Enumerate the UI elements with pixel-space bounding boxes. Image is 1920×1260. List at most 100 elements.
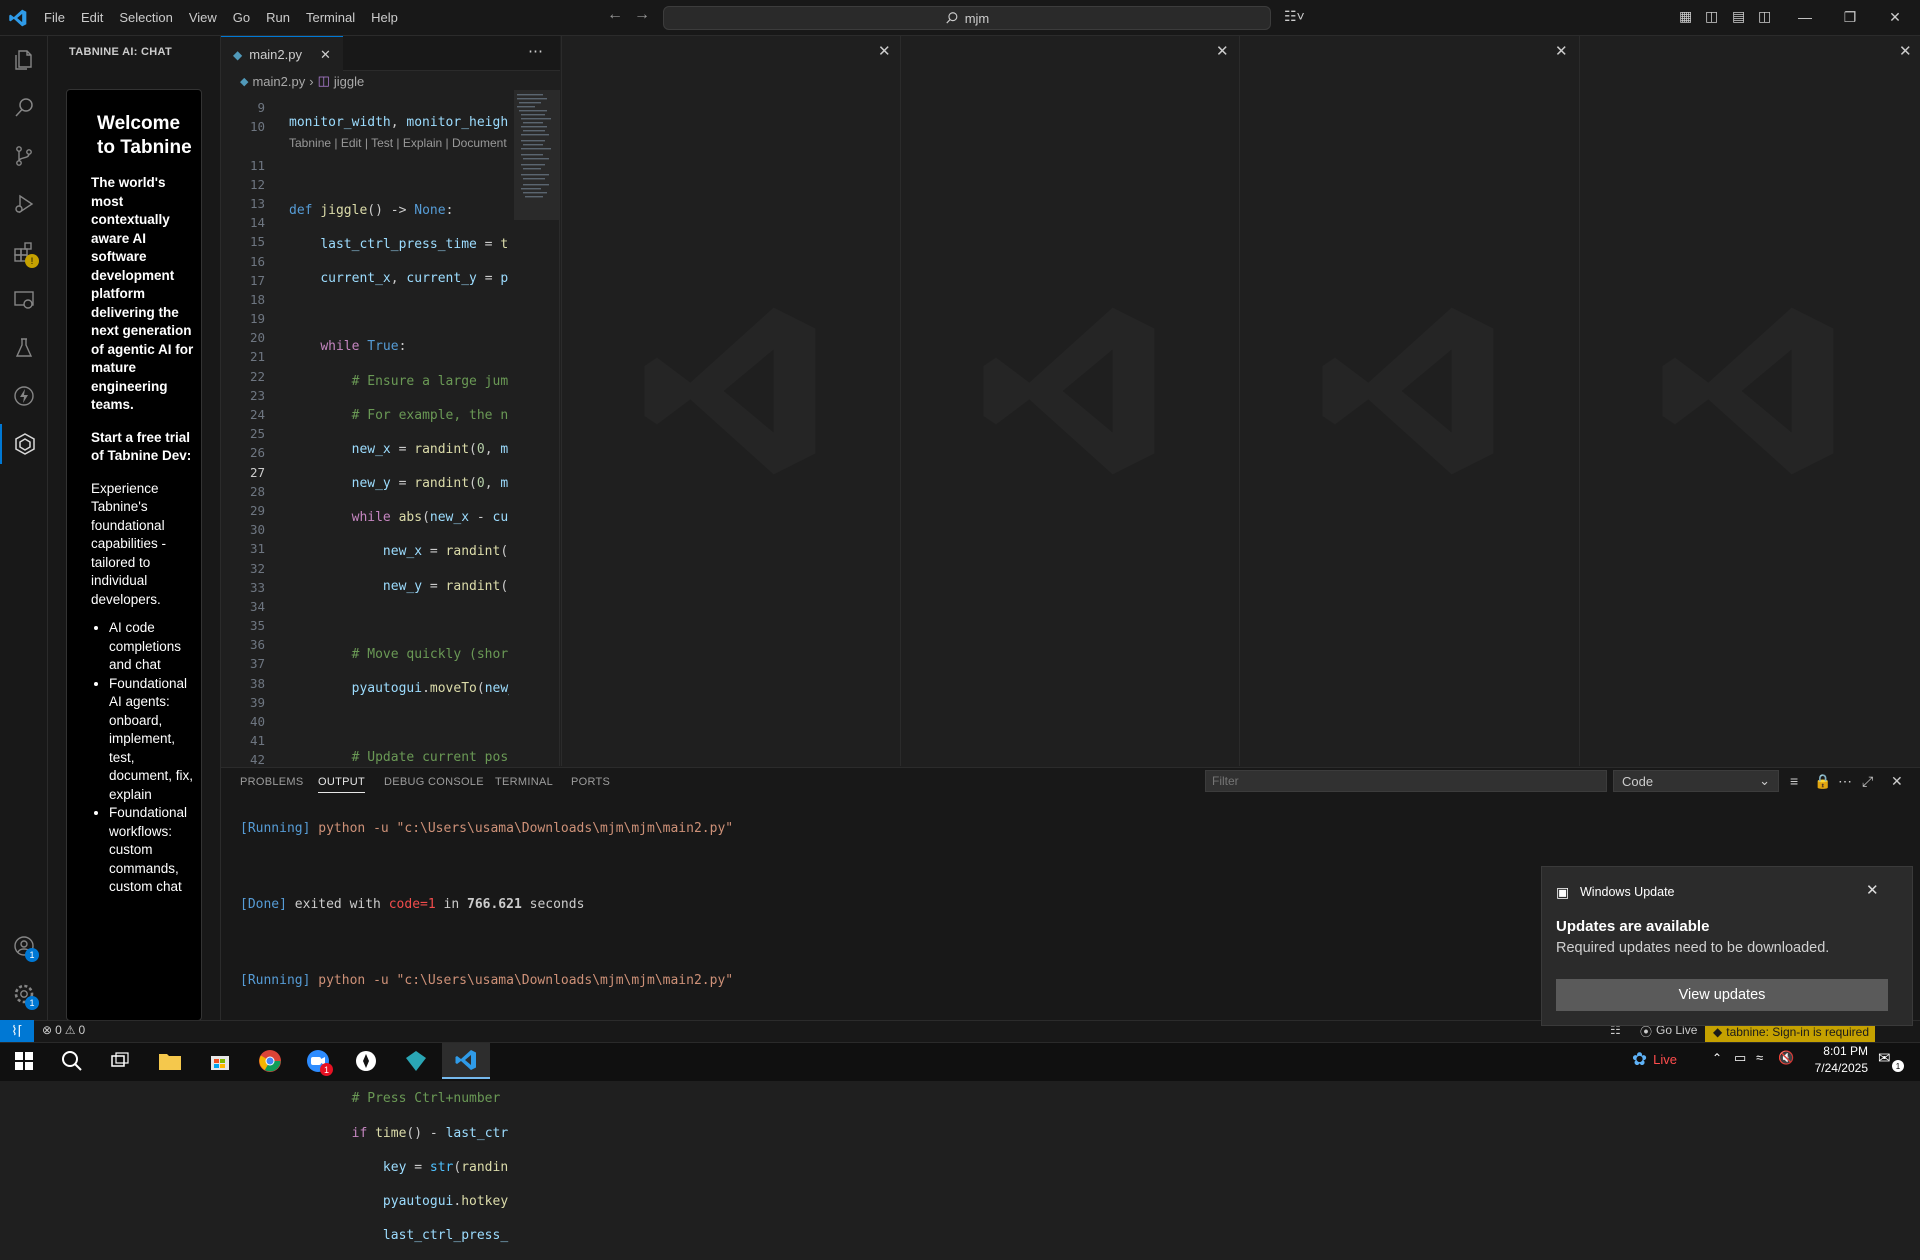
tabnine-welcome-panel: Welcome to Tabnine The world's most cont… (66, 89, 202, 1021)
restore-button[interactable]: ❐ (1828, 4, 1872, 30)
notification-center-button[interactable]: ✉ 1 (1878, 1049, 1906, 1073)
copilot-icon[interactable]: ☷˅ (1284, 8, 1305, 25)
vscode-watermark-icon (1662, 307, 1834, 475)
lightning-icon[interactable] (0, 376, 47, 416)
output-text: seconds (521, 897, 585, 912)
remote-indicator-icon[interactable]: ⌇⌈ (0, 1020, 34, 1042)
output-tag: [Running] (240, 973, 311, 988)
clock-date: 7/24/2025 (1814, 1061, 1868, 1075)
toggle-secondary-sidebar-icon[interactable]: ◫ (1758, 8, 1771, 25)
accounts-icon[interactable]: 1 (0, 926, 47, 966)
menu-run[interactable]: Run (258, 0, 298, 35)
line-number: 15 (249, 234, 265, 250)
command-center-search[interactable]: mjm (663, 6, 1271, 30)
wifi-icon[interactable]: ≈ (1756, 1050, 1763, 1065)
source-control-icon[interactable] (0, 136, 47, 176)
back-arrow-icon[interactable]: ← (607, 6, 623, 24)
taskbar-search-button[interactable] (48, 1043, 96, 1079)
menu-terminal[interactable]: Terminal (298, 0, 363, 35)
editor-scrollbar[interactable] (559, 90, 560, 766)
output-seconds: 766.621 (467, 897, 522, 912)
more-actions-icon[interactable]: ⋯ (1838, 773, 1852, 790)
tab-terminal[interactable]: TERMINAL (495, 776, 553, 788)
lock-icon[interactable]: 🔒 (1814, 773, 1831, 790)
clear-output-icon[interactable]: ≡ (1790, 773, 1798, 789)
close-panel-icon[interactable]: ✕ (1891, 773, 1903, 790)
line-number: 11 (249, 157, 265, 173)
close-icon[interactable]: ✕ (320, 47, 331, 63)
settings-gear-icon[interactable]: 1 (0, 974, 47, 1014)
tab-main2-py[interactable]: ◆ main2.py ✕ (221, 36, 343, 72)
menu-go[interactable]: Go (225, 0, 258, 35)
code-area[interactable]: monitor_width, monitor_height def jiggle… (289, 98, 509, 1260)
minimap[interactable] (514, 90, 560, 220)
start-button[interactable] (0, 1043, 48, 1079)
menu-file[interactable]: File (36, 0, 73, 35)
app-button-2[interactable] (392, 1043, 440, 1079)
toggle-panel-icon[interactable]: ▤ (1732, 8, 1745, 25)
chrome-icon (259, 1050, 281, 1072)
forward-arrow-icon[interactable]: → (634, 6, 650, 24)
filter-input[interactable] (1205, 770, 1607, 792)
vscode-watermark-icon (644, 307, 816, 475)
python-file-icon: ◆ (233, 47, 243, 62)
close-group-icon[interactable]: ✕ (1555, 42, 1568, 60)
vscode-taskbar-button[interactable] (442, 1043, 490, 1079)
battery-icon[interactable]: ▭ (1734, 1050, 1746, 1066)
welcome-intro: The world's most contextually aware AI s… (91, 175, 194, 412)
extensions-icon[interactable]: ! (0, 232, 47, 272)
taskbar-clock[interactable]: 8:01 PM 7/24/2025 (1788, 1043, 1868, 1077)
menu-help[interactable]: Help (363, 0, 406, 35)
search-view-icon[interactable] (0, 88, 47, 128)
close-group-icon[interactable]: ✕ (878, 42, 891, 60)
close-window-button[interactable]: ✕ (1873, 4, 1917, 30)
file-explorer-button[interactable] (146, 1043, 194, 1079)
vscode-watermark-icon (983, 307, 1155, 475)
more-actions-icon[interactable]: ⋯ (528, 42, 543, 60)
breadcrumb-symbol[interactable]: jiggle (334, 74, 364, 89)
function-symbol-icon: ◫ (317, 73, 330, 88)
tab-problems[interactable]: PROBLEMS (240, 776, 304, 788)
line-number: 16 (249, 253, 265, 269)
tab-debug-console[interactable]: DEBUG CONSOLE (384, 776, 484, 788)
weather-widget[interactable]: ✿ Live (1632, 1049, 1677, 1070)
notification-icon: ✉ (1878, 1050, 1891, 1067)
testing-icon[interactable] (0, 328, 47, 368)
menu-selection[interactable]: Selection (111, 0, 180, 35)
output-log[interactable]: [Running] python -u "c:\Users\usama\Down… (240, 800, 733, 1009)
close-notification-icon[interactable]: ✕ (1866, 881, 1879, 899)
menu-edit[interactable]: Edit (73, 0, 111, 35)
line-number: 24 (249, 407, 265, 423)
app-button[interactable] (342, 1043, 390, 1079)
line-number: 26 (249, 445, 265, 461)
microsoft-store-button[interactable] (196, 1043, 244, 1079)
problems-status[interactable]: ⊗ 0 ⚠ 0 (42, 1023, 85, 1037)
maximize-panel-icon[interactable]: ⤢ (1862, 773, 1873, 790)
tab-ports[interactable]: PORTS (571, 776, 610, 788)
tray-chevron-up-icon[interactable]: ⌃ (1712, 1051, 1722, 1065)
close-group-icon[interactable]: ✕ (1899, 42, 1912, 60)
python-file-icon: ◆ (240, 75, 249, 88)
output-channel-select[interactable]: Code ⌄ (1613, 770, 1779, 792)
menu-view[interactable]: View (181, 0, 225, 35)
task-view-button[interactable] (96, 1043, 144, 1079)
explorer-icon[interactable] (0, 40, 47, 80)
line-number: 20 (249, 330, 265, 346)
code-line: # Ensure a large jump (351, 373, 509, 389)
code-line: last_ctrl_press_ (382, 1228, 509, 1244)
chrome-button[interactable] (246, 1043, 294, 1079)
line-number: 30 (249, 522, 265, 538)
toggle-sidebar-icon[interactable]: ◫ (1705, 8, 1718, 25)
view-updates-button[interactable]: View updates (1556, 979, 1888, 1011)
customize-layout-icon[interactable]: ▦ (1679, 8, 1692, 25)
breadcrumb-file[interactable]: main2.py (252, 74, 305, 89)
tab-output[interactable]: OUTPUT (318, 776, 366, 793)
close-group-icon[interactable]: ✕ (1216, 42, 1229, 60)
minimize-button[interactable]: — (1783, 4, 1827, 30)
remote-explorer-icon[interactable] (0, 280, 47, 320)
tabnine-icon[interactable] (0, 424, 47, 464)
code-line: last_ctrl_press_time = t (320, 236, 509, 252)
zoom-button[interactable]: 1 (294, 1043, 342, 1079)
run-debug-icon[interactable] (0, 184, 47, 224)
